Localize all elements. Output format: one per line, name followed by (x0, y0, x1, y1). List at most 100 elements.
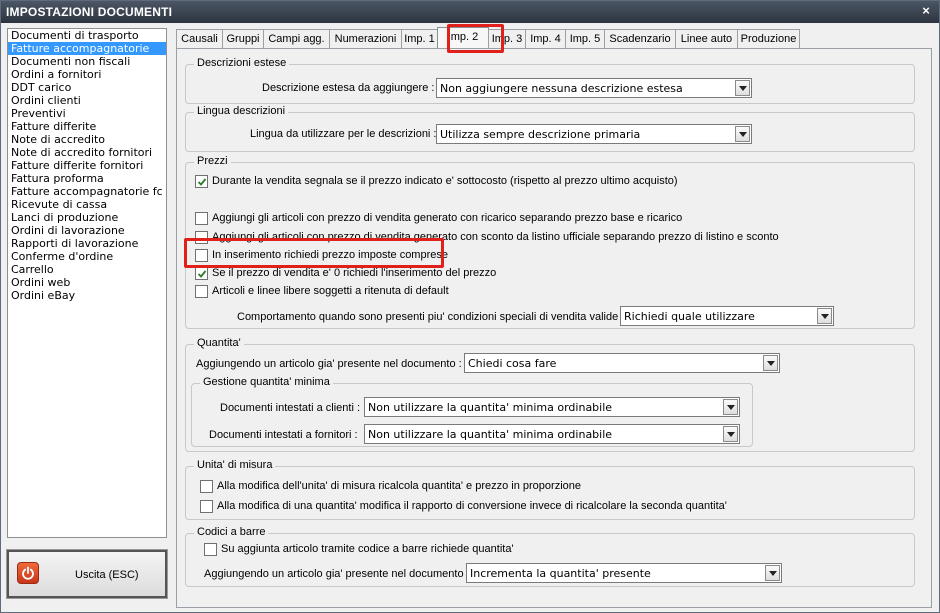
tab-imp-2[interactable]: Imp. 2 (437, 27, 489, 49)
fornitori-select[interactable]: Non utilizzare la quantita' minima ordin… (364, 424, 740, 444)
clienti-label: Documenti intestati a clienti : (220, 402, 361, 414)
list-item[interactable]: DDT carico (8, 81, 166, 94)
group-title: Prezzi (194, 155, 231, 167)
chevron-down-icon[interactable] (763, 355, 778, 371)
chevron-down-icon[interactable] (735, 126, 750, 142)
tab-panel-imp2: Descrizioni estese Descrizione estesa da… (176, 48, 932, 608)
lingua-label: Lingua da utilizzare per le descrizioni … (250, 128, 437, 140)
group-title: Lingua descrizioni (194, 105, 289, 117)
chevron-down-icon[interactable] (735, 80, 750, 96)
select-value: Chiedi cosa fare (468, 357, 557, 370)
checkbox-box[interactable] (204, 543, 217, 556)
barre-select[interactable]: Incrementa la quantita' presente (466, 563, 782, 583)
list-item[interactable]: Fatture accompagnatorie fc (8, 185, 166, 198)
quantita-label: Aggiungendo un articolo gia' presente ne… (196, 358, 462, 370)
checkbox-label: Articoli e linee libere soggetti a riten… (212, 285, 449, 297)
condizioni-select[interactable]: Richiedi quale utilizzare (620, 306, 834, 326)
list-item[interactable]: Ordini eBay (8, 289, 166, 302)
group-quantita-minima: Gestione quantita' minima Documenti inte… (191, 376, 753, 447)
group-title: Quantita' (194, 337, 244, 349)
group-title: Codici a barre (194, 526, 269, 538)
list-item[interactable]: Carrello (8, 263, 166, 276)
list-item[interactable]: Fatture differite (8, 120, 166, 133)
tab-causali[interactable]: Causali (176, 29, 223, 49)
group-title: Unita' di misura (194, 459, 276, 471)
tab-scadenzario[interactable]: Scadenzario (604, 29, 676, 49)
chevron-down-icon[interactable] (723, 426, 738, 442)
list-item[interactable]: Ordini di lavorazione (8, 224, 166, 237)
group-title: Gestione quantita' minima (200, 376, 333, 388)
list-item[interactable]: Lanci di produzione (8, 211, 166, 224)
checkbox-label: Durante la vendita segnala se il prezzo … (212, 175, 678, 187)
group-unita-misura: Unita' di misura Alla modifica dell'unit… (185, 459, 915, 520)
checkbox-label: Aggiungi gli articoli con prezzo di vend… (212, 212, 683, 224)
select-value: Non utilizzare la quantita' minima ordin… (368, 428, 613, 441)
chevron-down-icon[interactable] (817, 308, 832, 324)
list-item[interactable]: Documenti di trasporto (8, 29, 166, 42)
checkbox-box[interactable] (195, 285, 208, 298)
title-bar[interactable]: IMPOSTAZIONI DOCUMENTI × (1, 1, 939, 23)
clienti-select[interactable]: Non utilizzare la quantita' minima ordin… (364, 397, 740, 417)
checkbox-label: Aggiungi gli articoli con prezzo di vend… (212, 231, 779, 243)
tab-produzione[interactable]: Produzione (737, 29, 800, 49)
document-type-list[interactable]: Documenti di trasporto Fatture accompagna… (7, 28, 167, 538)
tab-imp-3[interactable]: Imp. 3 (488, 29, 526, 49)
power-icon (17, 562, 39, 584)
settings-window: IMPOSTAZIONI DOCUMENTI × Documenti di tr… (0, 0, 940, 613)
close-icon[interactable]: × (919, 4, 933, 18)
tab-imp-1[interactable]: Imp. 1 (401, 29, 438, 49)
checkbox-box[interactable] (200, 500, 213, 513)
tab-numerazioni[interactable]: Numerazioni (329, 29, 402, 49)
select-value: Incrementa la quantita' presente (470, 567, 651, 580)
list-item[interactable]: Rapporti di lavorazione (8, 237, 166, 250)
list-item[interactable]: Fatture accompagnatorie (8, 42, 166, 55)
list-item[interactable]: Documenti non fiscali (8, 55, 166, 68)
group-prezzi: Prezzi Comportamento quando sono present… (185, 155, 915, 329)
lingua-select[interactable]: Utilizza sempre descrizione primaria (436, 124, 752, 144)
group-title: Descrizioni estese (194, 57, 290, 69)
list-item[interactable]: Fatture differite fornitori (8, 159, 166, 172)
exit-button-label: Uscita (ESC) (75, 569, 139, 581)
select-value: Richiedi quale utilizzare (624, 310, 755, 323)
list-item[interactable]: Note di accredito fornitori (8, 146, 166, 159)
list-item[interactable]: Conferme d'ordine (8, 250, 166, 263)
window-title: IMPOSTAZIONI DOCUMENTI (6, 5, 173, 19)
tab-imp-4[interactable]: Imp. 4 (525, 29, 566, 49)
descrizione-estesa-label: Descrizione estesa da aggiungere : (262, 82, 435, 94)
checkbox-label: Se il prezzo di vendita e' 0 richiedi l'… (212, 267, 497, 279)
checkbox-box[interactable] (195, 249, 208, 262)
chevron-down-icon[interactable] (723, 399, 738, 415)
group-descrizioni-estese: Descrizioni estese Descrizione estesa da… (185, 57, 915, 104)
tab-campi-agg[interactable]: Campi agg. (263, 29, 330, 49)
checkbox-box[interactable] (195, 231, 208, 244)
quantita-select[interactable]: Chiedi cosa fare (464, 353, 780, 373)
list-item[interactable]: Preventivi (8, 107, 166, 120)
list-item[interactable]: Ordini clienti (8, 94, 166, 107)
checkmark-icon[interactable] (195, 175, 208, 188)
list-item[interactable]: Ricevute di cassa (8, 198, 166, 211)
list-item[interactable]: Fattura proforma (8, 172, 166, 185)
barre-label: Aggiungendo un articolo gia' presente ne… (204, 568, 470, 580)
tab-gruppi[interactable]: Gruppi (222, 29, 264, 49)
fornitori-label: Documenti intestati a fornitori : (209, 429, 358, 441)
select-value: Non utilizzare la quantita' minima ordin… (368, 401, 613, 414)
list-item[interactable]: Note di accredito (8, 133, 166, 146)
exit-button[interactable]: Uscita (ESC) (6, 549, 168, 599)
checkbox-box[interactable] (200, 480, 213, 493)
tab-linee-auto[interactable]: Linee auto (675, 29, 738, 49)
group-quantita: Quantita' Aggiungendo un articolo gia' p… (185, 337, 915, 452)
checkbox-label: In inserimento richiedi prezzo imposte c… (212, 249, 448, 261)
list-item[interactable]: Ordini a fornitori (8, 68, 166, 81)
group-codici-barre: Codici a barre Su aggiunta articolo tram… (185, 526, 915, 587)
descrizione-estesa-select[interactable]: Non aggiungere nessuna descrizione estes… (436, 78, 752, 98)
checkbox-label: Su aggiunta articolo tramite codice a ba… (221, 543, 514, 555)
checkmark-icon[interactable] (195, 267, 208, 280)
checkbox-label: Alla modifica di una quantita' modifica … (217, 500, 727, 512)
tab-imp-5[interactable]: Imp. 5 (565, 29, 605, 49)
chevron-down-icon[interactable] (765, 565, 780, 581)
select-value: Utilizza sempre descrizione primaria (440, 128, 641, 141)
list-item[interactable]: Ordini web (8, 276, 166, 289)
checkbox-box[interactable] (195, 212, 208, 225)
condizioni-label: Comportamento quando sono presenti piu' … (237, 311, 625, 323)
group-lingua-descrizioni: Lingua descrizioni Lingua da utilizzare … (185, 105, 915, 152)
